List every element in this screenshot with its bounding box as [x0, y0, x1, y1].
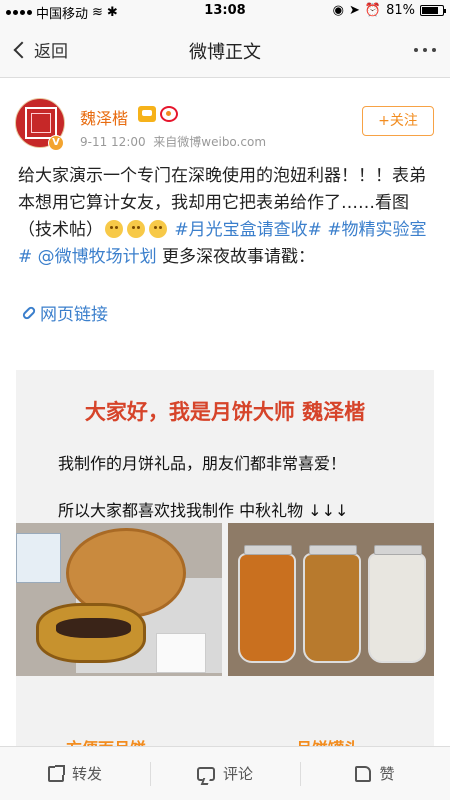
repost-label: 转发: [71, 765, 102, 783]
avatar-seal: [25, 107, 57, 139]
web-link-label: 网页链接: [40, 305, 108, 325]
post-text-tail: 更多深夜故事请戳：: [156, 247, 316, 267]
noodle-pack: [16, 533, 61, 583]
follow-button[interactable]: +关注: [362, 106, 434, 136]
repost-button[interactable]: 转发: [0, 747, 150, 800]
comment-button[interactable]: 评论: [150, 747, 300, 800]
doge-emoji-icon: [105, 220, 123, 238]
like-button[interactable]: 赞: [300, 747, 450, 800]
image-line-2: 所以大家都喜欢找我制作 中秋礼物 ↓↓↓: [58, 501, 349, 520]
jar: [303, 545, 361, 663]
web-link[interactable]: 网页链接: [21, 300, 108, 325]
user-name[interactable]: 魏泽楷: [80, 105, 128, 129]
verified-badge-icon: V: [48, 135, 64, 151]
alarm-icon: ⏰: [364, 3, 382, 18]
thumbs-up-icon: [355, 765, 372, 782]
doge-emoji-icon: [149, 220, 167, 238]
location-icon: ➤: [349, 3, 360, 18]
image-line-1: 我制作的月饼礼品，朋友们都非常喜爱！: [58, 454, 347, 473]
like-label: 赞: [379, 765, 395, 783]
post-source: 来自微博weibo.com: [153, 135, 267, 149]
status-right: ◉ ➤ ⏰ 81%: [332, 3, 446, 18]
mooncake-jars-photo: [228, 523, 434, 676]
jar: [238, 545, 296, 663]
post-time: 9-11 12:00: [80, 135, 146, 149]
comment-icon: [196, 766, 215, 781]
battery-icon: [420, 5, 446, 16]
nav-bar: 返回 微博正文: [0, 22, 450, 78]
mention-link[interactable]: @微博牧场计划: [38, 247, 157, 267]
post-image[interactable]: 大家好，我是月饼大师 魏泽楷 我制作的月饼礼品，朋友们都非常喜爱！ 所以大家都喜…: [16, 370, 434, 758]
link-icon: [21, 304, 37, 321]
battery-fill: [422, 7, 439, 14]
mooncake-filling: [56, 618, 131, 638]
comment-label: 评论: [222, 765, 253, 783]
share-icon: [47, 764, 65, 782]
post-meta: 9-11 12:00 来自微博weibo.com: [80, 133, 266, 150]
status-bar: 中国移动 ≋ ✱ 13:08 ◉ ➤ ⏰ 81%: [0, 0, 450, 22]
page-title: 微博正文: [189, 42, 261, 63]
drawing-card: [156, 633, 206, 673]
image-heading: 大家好，我是月饼大师 魏泽楷: [84, 400, 366, 424]
weibo-logo-icon[interactable]: [160, 106, 178, 122]
post-text: 给大家演示一个专门在深晚使用的泡妞利器！！！表弟本想用它算计女友，我却用它把表弟…: [18, 163, 436, 271]
doge-emoji-icon: [127, 220, 145, 238]
orientation-lock-icon: ◉: [332, 3, 344, 18]
bottom-toolbar: 转发 评论 赞: [0, 746, 450, 800]
battery-percent: 81%: [386, 3, 415, 18]
hashtag-moonlight-box[interactable]: #月光宝盒请查收#: [174, 220, 322, 240]
jar: [368, 545, 426, 663]
noodle-mooncake-photo: [16, 523, 222, 676]
member-crown-icon[interactable]: [138, 106, 156, 122]
more-icon[interactable]: [414, 48, 436, 52]
